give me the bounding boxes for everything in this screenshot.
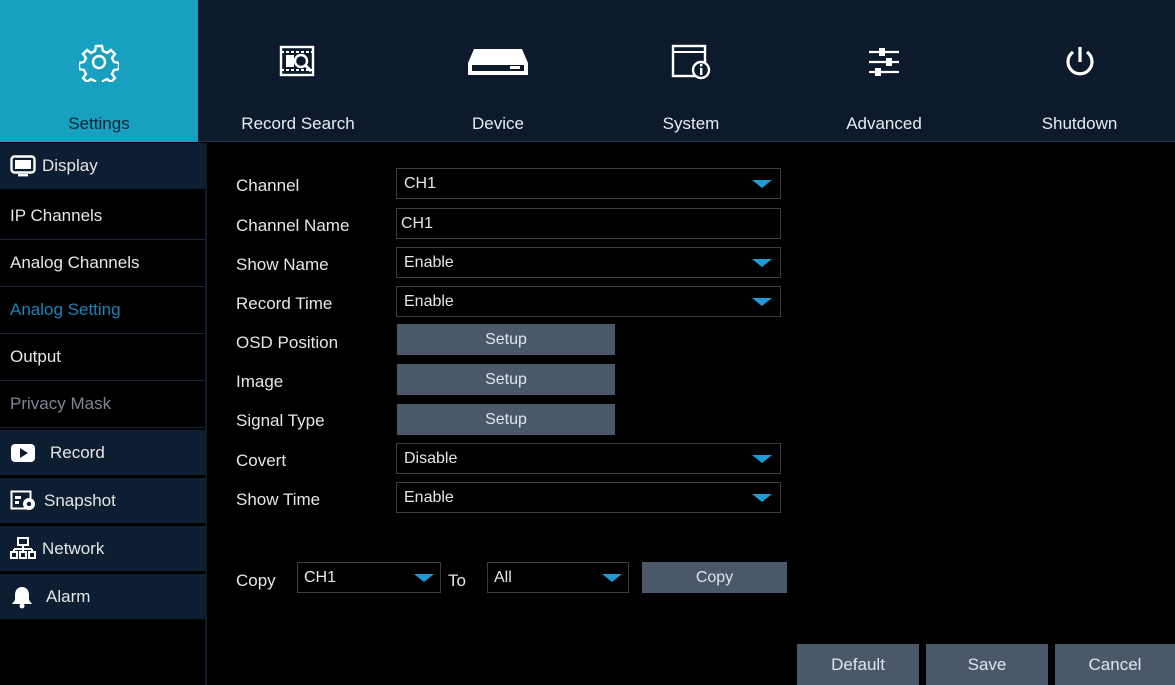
record-search-icon (278, 42, 318, 82)
record-time-label: Record Time (236, 294, 333, 313)
copy-label: Copy (236, 571, 276, 590)
hard-drive-icon (466, 42, 530, 82)
sidebar-item-privacy-mask: Privacy Mask (0, 381, 205, 428)
sidebar-item-display[interactable]: Display (0, 143, 205, 191)
signal-type-setup-button[interactable]: Setup (397, 404, 615, 435)
channel-label: Channel (236, 176, 300, 195)
record-time-value: Enable (404, 293, 454, 310)
show-time-label: Show Time (236, 490, 321, 509)
top-menu-shutdown[interactable]: Shutdown (984, 0, 1175, 142)
monitor-icon (10, 155, 36, 177)
sidebar-item-snapshot[interactable]: Snapshot (0, 478, 205, 525)
gear-icon (79, 42, 119, 82)
sidebar-item-label: Alarm (46, 586, 91, 606)
sidebar-item-ip-channels[interactable]: IP Channels (0, 193, 205, 240)
bell-icon (10, 585, 34, 609)
record-icon (10, 443, 36, 463)
covert-value: Disable (404, 450, 458, 467)
show-name-value: Enable (404, 254, 454, 271)
show-name-select[interactable]: Enable (396, 247, 781, 278)
record-time-select[interactable]: Enable (396, 286, 781, 317)
sidebar-item-analog-channels[interactable]: Analog Channels (0, 240, 205, 287)
channel-value: CH1 (404, 175, 437, 192)
chevron-down-icon (752, 259, 772, 267)
osd-position-setup-button[interactable]: Setup (397, 324, 615, 355)
sidebar-item-alarm[interactable]: Alarm (0, 574, 205, 621)
top-menu-advanced[interactable]: Advanced (784, 0, 984, 142)
sidebar: Display IP Channels Analog Channels Anal… (0, 143, 205, 685)
copy-button[interactable]: Copy (642, 562, 787, 593)
sidebar-item-label: Network (42, 538, 105, 558)
chevron-down-icon (414, 574, 434, 582)
copy-from-select[interactable]: CH1 (297, 562, 441, 593)
channel-select[interactable]: CH1 (396, 168, 781, 199)
osd-position-label: OSD Position (236, 333, 339, 352)
covert-label: Covert (236, 451, 287, 470)
top-menu-bar: Settings Record Search Device System Adv… (0, 0, 1175, 142)
chevron-down-icon (602, 574, 622, 582)
top-menu-label: Settings (68, 114, 130, 133)
channel-name-label: Channel Name (236, 216, 350, 235)
sidebar-item-label: IP Channels (10, 206, 103, 225)
sidebar-item-output[interactable]: Output (0, 334, 205, 381)
sidebar-item-label: Analog Channels (10, 253, 140, 272)
top-menu-device[interactable]: Device (398, 0, 598, 142)
show-time-select[interactable]: Enable (396, 482, 781, 513)
top-menu-label: Shutdown (1041, 114, 1118, 133)
sliders-icon (864, 42, 904, 82)
save-button[interactable]: Save (926, 644, 1048, 685)
sidebar-item-record[interactable]: Record (0, 430, 205, 477)
top-menu-label: Device (472, 114, 524, 133)
chevron-down-icon (752, 180, 772, 188)
power-icon (1060, 42, 1100, 82)
chevron-down-icon (752, 455, 772, 463)
image-label: Image (236, 372, 284, 391)
copy-to-value: All (494, 569, 512, 586)
copy-from-value: CH1 (304, 569, 337, 586)
top-menu-record-search[interactable]: Record Search (198, 0, 398, 142)
sidebar-divider (205, 143, 207, 685)
channel-name-input[interactable]: CH1 (396, 208, 781, 239)
system-info-icon (670, 42, 712, 82)
image-setup-button[interactable]: Setup (397, 364, 615, 395)
show-time-value: Enable (404, 489, 454, 506)
sidebar-item-label: Output (10, 347, 62, 366)
top-menu-label: Record Search (241, 114, 355, 133)
covert-select[interactable]: Disable (396, 443, 781, 474)
sidebar-item-label: Analog Setting (10, 300, 121, 319)
snapshot-icon (10, 490, 38, 512)
top-menu-system[interactable]: System (598, 0, 784, 142)
sidebar-item-label: Record (50, 442, 105, 462)
top-menu-settings[interactable]: Settings (0, 0, 198, 142)
copy-to-select[interactable]: All (487, 562, 629, 593)
sidebar-item-label: Snapshot (44, 490, 116, 510)
default-button[interactable]: Default (797, 644, 919, 685)
sidebar-item-network[interactable]: Network (0, 526, 205, 573)
sidebar-item-analog-setting[interactable]: Analog Setting (0, 287, 205, 334)
channel-name-value: CH1 (401, 215, 434, 232)
network-icon (10, 536, 36, 561)
cancel-button[interactable]: Cancel (1055, 644, 1175, 685)
signal-type-label: Signal Type (236, 411, 325, 430)
top-menu-label: System (662, 114, 720, 133)
show-name-label: Show Name (236, 255, 329, 274)
chevron-down-icon (752, 494, 772, 502)
sidebar-item-label: Display (42, 156, 98, 175)
sidebar-item-label: Privacy Mask (10, 394, 112, 413)
top-menu-label: Advanced (846, 114, 922, 133)
chevron-down-icon (752, 298, 772, 306)
copy-to-label: To (448, 571, 466, 590)
